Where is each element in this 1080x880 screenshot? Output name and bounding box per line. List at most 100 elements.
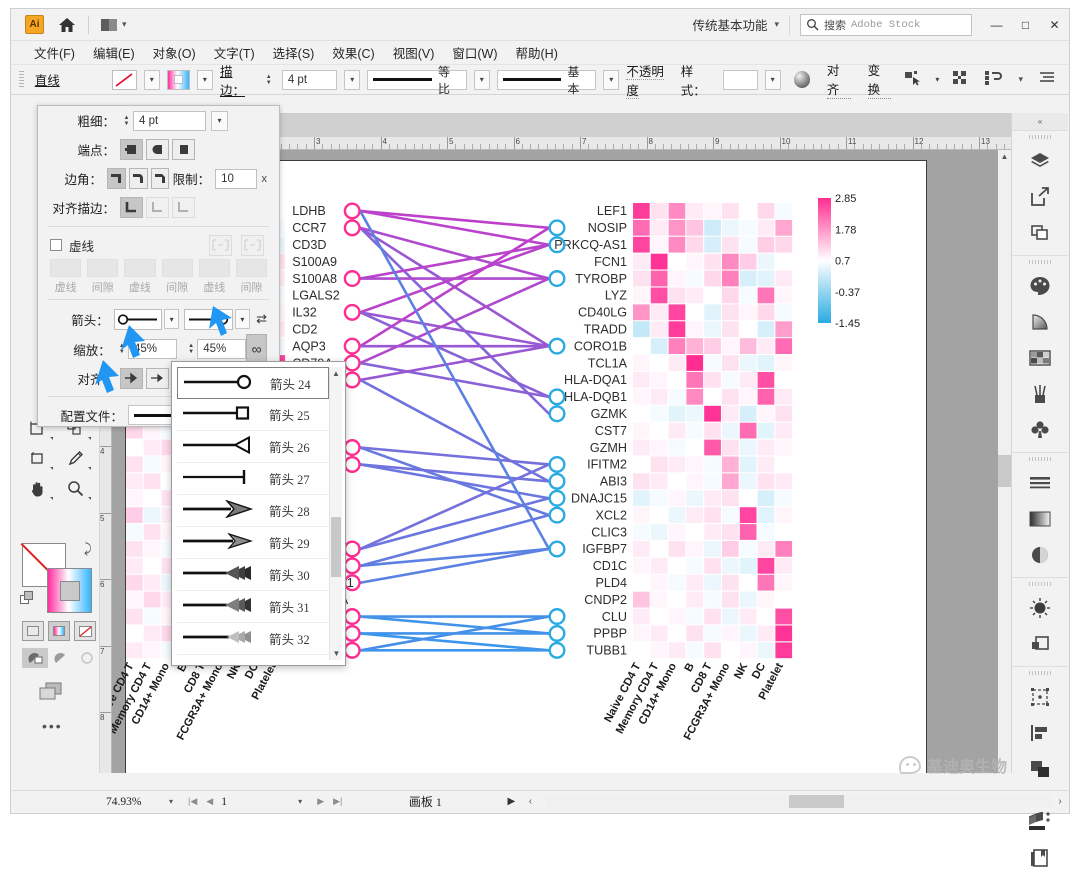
first-artboard-icon[interactable]: |◀ (188, 796, 197, 807)
dash-field-1[interactable] (50, 259, 82, 277)
artboard-chevron-down-icon[interactable]: ▾ (291, 797, 309, 806)
arrange-documents-icon[interactable] (984, 70, 1003, 89)
scale-start-stepper[interactable]: ▲ ▼ (116, 339, 128, 359)
transform-button[interactable]: 变换 (867, 60, 892, 99)
brush-definition-select[interactable]: 基本 (496, 65, 597, 96)
arrowhead-option-31[interactable]: 箭头 31 (177, 591, 329, 623)
color-mode-none-button[interactable] (74, 621, 96, 641)
canvas-vertical-scrollbar[interactable]: ▲ (998, 150, 1011, 773)
pathfinder-panel-icon[interactable] (1012, 626, 1068, 662)
arrowhead-option-30[interactable]: 箭头 30 (177, 559, 329, 591)
align-panel-icon[interactable] (1012, 715, 1068, 751)
last-artboard-icon[interactable]: ▶| (333, 796, 342, 807)
chevron-down-icon[interactable]: ▾ (774, 19, 779, 30)
workspace-switcher-label[interactable]: 传统基本功能 (692, 15, 767, 34)
scrollbar-thumb[interactable] (331, 517, 341, 577)
scroll-up-icon[interactable]: ▲ (998, 150, 1011, 163)
stroke-swatch[interactable] (47, 568, 92, 613)
menu-item-select[interactable]: 选择(S) (264, 41, 324, 64)
tool-hand-icon[interactable] (18, 473, 56, 503)
corner-round-icon[interactable] (128, 168, 148, 189)
stroke-weight-chevron-down-icon[interactable]: ▾ (344, 69, 361, 90)
select-similar-icon[interactable] (904, 70, 922, 89)
fill-color-chevron-down-icon[interactable]: ▾ (196, 69, 213, 90)
menu-item-help[interactable]: 帮助(H) (507, 41, 567, 64)
swatches-panel-icon[interactable] (1012, 340, 1068, 376)
tool-zoom-icon[interactable] (56, 473, 94, 503)
color-panel-icon[interactable] (1012, 268, 1068, 304)
dash-field-2[interactable] (124, 259, 156, 277)
stroke-weight-input[interactable]: 4 pt (281, 69, 338, 90)
dash-preserve-exact-icon[interactable] (209, 234, 232, 256)
color-guide-panel-icon[interactable] (1012, 304, 1068, 340)
arrowhead-option-24[interactable]: 箭头 24 (177, 367, 329, 399)
panel-grip[interactable] (1012, 256, 1068, 268)
weight-input[interactable]: 4 pt (133, 110, 206, 131)
dropdown-scrollbar[interactable]: ▲ ▼ (329, 367, 342, 660)
arrowhead-end-select[interactable] (184, 308, 233, 330)
scrollbar-thumb[interactable] (789, 795, 845, 808)
draw-inside-button[interactable] (74, 648, 100, 668)
fill-color-swatch[interactable] (166, 69, 190, 90)
arrowhead-option-26[interactable]: 箭头 26 (177, 431, 329, 463)
cap-round-icon[interactable] (146, 139, 169, 160)
panel-grip[interactable] (19, 70, 24, 89)
scroll-left-icon[interactable]: ‹ (522, 796, 538, 807)
brushes-panel-icon[interactable] (1012, 376, 1068, 412)
scroll-right-icon[interactable]: › (1052, 796, 1068, 807)
recolor-artwork-icon[interactable] (793, 71, 810, 88)
gap-field-3[interactable] (235, 259, 268, 277)
stroke-weight-stepper[interactable]: ▲ ▼ (263, 70, 275, 90)
transparency-panel-icon[interactable] (1012, 537, 1068, 573)
appearance-panel-icon[interactable] (1012, 590, 1068, 626)
arrowhead-dropdown[interactable]: 箭头 24 箭头 25 箭头 26 箭头 27 箭头 28 箭头 29 箭头 30 箭头 31… (171, 361, 346, 666)
dashed-line-checkbox[interactable] (50, 239, 62, 251)
dash-field-3[interactable] (198, 259, 230, 277)
extend-arrow-beyond-end-icon[interactable] (120, 367, 143, 389)
arrowhead-option-29[interactable]: 箭头 29 (177, 527, 329, 559)
menu-item-effect[interactable]: 效果(C) (323, 41, 383, 64)
arrowhead-option-32[interactable]: 箭头 32 (177, 623, 329, 655)
corner-miter-icon[interactable] (107, 168, 126, 189)
tool-slice-select-icon[interactable] (18, 443, 56, 473)
document-arrange-button[interactable]: ▾ (101, 18, 127, 31)
previous-artboard-icon[interactable]: ◀ (206, 796, 213, 807)
gap-field-1[interactable] (87, 259, 119, 277)
scale-end-input[interactable]: 45% (197, 339, 247, 359)
align-button[interactable]: 对齐 (826, 60, 851, 99)
menu-item-window[interactable]: 窗口(W) (443, 41, 506, 64)
zoom-chevron-down-icon[interactable]: ▾ (162, 797, 180, 806)
scrollbar-thumb[interactable] (998, 455, 1011, 487)
scale-start-input[interactable]: 45% (127, 339, 178, 359)
close-button[interactable]: ✕ (1040, 9, 1069, 40)
stroke-color-swatch[interactable] (111, 69, 137, 90)
ai-logo-icon[interactable]: Ai (25, 15, 44, 34)
arrowhead-end-chevron-down-icon[interactable]: ▾ (234, 309, 251, 329)
select-similar-chevron-down-icon[interactable]: ▾ (929, 70, 945, 90)
zoom-level-input[interactable]: 74.93% (100, 796, 162, 808)
dash-align-corners-icon[interactable] (241, 234, 264, 256)
layers-panel-icon[interactable] (1012, 143, 1068, 179)
horizontal-scrollbar[interactable] (546, 795, 1052, 808)
menu-item-object[interactable]: 对象(O) (144, 41, 205, 64)
stroke-profile-select[interactable]: 等比 (367, 65, 467, 96)
swap-arrowheads-icon[interactable]: ⇄ (256, 311, 267, 327)
transform-panel-icon[interactable] (1012, 679, 1068, 715)
document-info-panel-icon[interactable] (1012, 840, 1068, 876)
place-arrow-at-end-icon[interactable] (146, 367, 169, 389)
weight-stepper[interactable]: ▲ ▼ (120, 111, 133, 131)
arrowhead-start-chevron-down-icon[interactable]: ▾ (163, 309, 180, 329)
panel-grip[interactable] (1012, 453, 1068, 465)
status-menu-icon[interactable]: ▶ (500, 796, 522, 807)
brush-chevron-down-icon[interactable]: ▾ (603, 69, 620, 90)
menu-item-view[interactable]: 视图(V) (384, 41, 444, 64)
panel-grip[interactable] (1012, 131, 1068, 143)
symbols-panel-icon[interactable] (1012, 412, 1068, 448)
distribute-spacing-icon[interactable] (952, 70, 968, 89)
scroll-down-icon[interactable]: ▼ (330, 647, 343, 660)
tool-pencil-icon[interactable] (56, 443, 94, 473)
arrowhead-option-27[interactable]: 箭头 27 (177, 463, 329, 495)
document-setup-icon[interactable] (1039, 71, 1055, 88)
screen-mode-button[interactable] (38, 681, 64, 704)
artboard-number-input[interactable]: 1 (221, 796, 291, 808)
